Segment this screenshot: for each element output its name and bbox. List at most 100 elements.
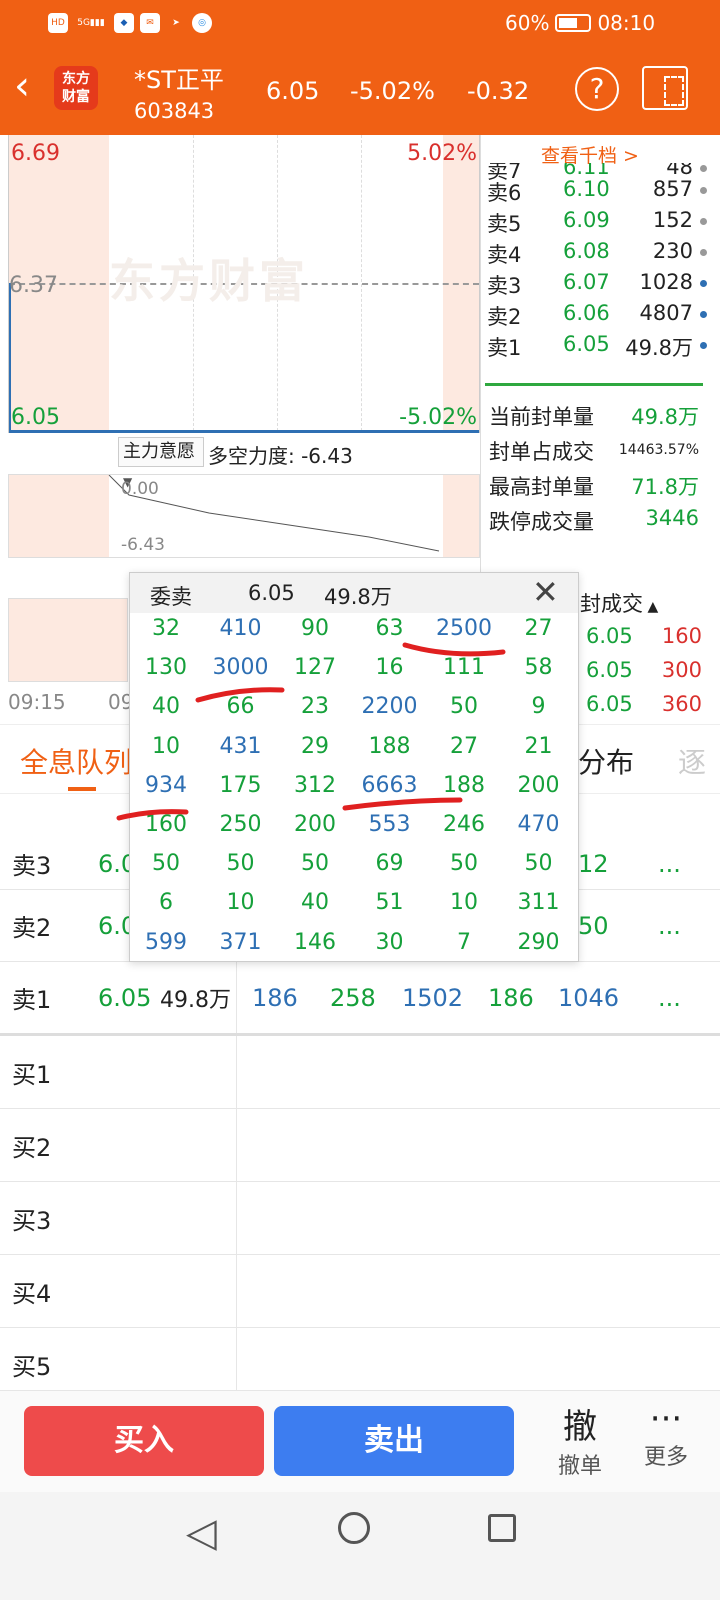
buy-button[interactable]: 买入 [24, 1406, 264, 1476]
orderbook-price: 6.05 [563, 332, 610, 356]
popup-price: 6.05 [248, 581, 295, 605]
queue-order-cell: 127 [294, 655, 336, 681]
stat-row: 封单占成交 14463.57% [481, 436, 720, 470]
stock-name: *ST正平 [134, 66, 224, 94]
row-label: 买4 [12, 1279, 52, 1308]
queue-row-sell1[interactable]: 卖1 6.05 49.8万 186 258 1502 186 1046 ... [0, 962, 720, 1036]
price-line [9, 430, 479, 433]
order-cell: 186 [488, 983, 534, 1012]
nav-recent-icon[interactable] [488, 1514, 516, 1542]
queue-order-cell: 200 [517, 772, 560, 798]
queue-order-cell: 3000 [212, 655, 269, 681]
queue-order-cell: 431 [219, 733, 262, 759]
orderbook-row[interactable]: 卖3 6.07 1028 [481, 270, 720, 300]
trade-row: 6.05 360 [580, 692, 720, 724]
logo-text-2: 财富 [62, 89, 90, 105]
queue-order-cell: 51 [375, 890, 404, 916]
queue-order-cell: 40 [152, 694, 180, 720]
stat-value: 3446 [645, 506, 699, 530]
queue-order-cell: 27 [524, 616, 553, 641]
queue-order-cell: 2500 [436, 616, 492, 641]
switch-layout-icon[interactable] [642, 66, 688, 110]
queue-order-cell: 50 [301, 851, 329, 877]
queue-order-cell: 9 [531, 694, 546, 720]
orderbook-label: 卖6 [487, 181, 522, 205]
queue-order-cell: 146 [294, 929, 336, 955]
close-icon[interactable]: ✕ [532, 573, 559, 611]
more-button[interactable]: ··· 更多 [634, 1399, 698, 1471]
status-time: 08:10 [597, 11, 656, 35]
row-more[interactable]: ... [658, 962, 681, 1033]
row-label: 买2 [12, 1133, 52, 1162]
orderbook-row[interactable]: 卖6 6.10 857 [481, 177, 720, 207]
trade-vol: 160 [661, 624, 702, 648]
orderbook-label: 卖4 [487, 243, 522, 267]
tab-next[interactable]: 逐 [678, 741, 706, 781]
stat-value: 14463.57% [618, 442, 699, 458]
queue-order-cell: 246 [443, 812, 485, 837]
more-icon: ··· [649, 1399, 683, 1439]
stat-label: 当前封单量 [489, 405, 594, 429]
orderbook-vol: 4807 [639, 301, 693, 325]
tab-distribution[interactable]: 分布 [578, 741, 634, 781]
trades-header[interactable]: 封成交 ▲ [580, 588, 658, 618]
order-cell: 258 [330, 983, 376, 1012]
row-more[interactable]: ... [658, 838, 681, 889]
queue-order-cell: 111 [443, 655, 485, 681]
price-chart[interactable]: 东方财富 6.69 5.02% 6.37 6.05 -5.02% [8, 135, 480, 433]
orderbook-label: 卖3 [487, 274, 522, 298]
stat-label: 跌停成交量 [489, 510, 594, 534]
stat-row: 当前封单量 49.8万 [481, 401, 720, 435]
queue-order-cell: 2200 [361, 694, 418, 720]
orderbook-label: 卖2 [487, 305, 522, 329]
queue-row-buy[interactable]: 买1 [0, 1036, 720, 1109]
row-label: 卖3 [12, 852, 52, 880]
queue-order-cell: 371 [219, 929, 262, 955]
orderbook-row[interactable]: 卖2 6.06 4807 [481, 301, 720, 331]
hd-icon: HD [48, 13, 68, 33]
queue-order-cell: 250 [219, 812, 262, 837]
queue-order-cell: 23 [301, 694, 329, 720]
orderbook-row[interactable]: 卖4 6.08 230 [481, 239, 720, 269]
stat-label: 最高封单量 [489, 475, 594, 499]
sell-button[interactable]: 卖出 [274, 1406, 514, 1476]
queue-order-cell: 934 [145, 772, 187, 798]
sub-chart[interactable]: 0.00 -6.43 [8, 474, 480, 558]
help-icon[interactable]: ? [575, 67, 619, 111]
browser-icon: ◎ [192, 13, 212, 33]
status-dot-icon [700, 342, 707, 349]
queue-order-cell: 160 [145, 812, 187, 837]
orderbook-vol: 49.8万 [625, 336, 693, 360]
tab-queue[interactable]: 全息队列 [20, 741, 132, 781]
stock-code: 603843 [134, 99, 215, 123]
stat-row: 跌停成交量 3446 [481, 506, 720, 540]
nav-back-icon[interactable]: ◁ [186, 1510, 217, 1556]
trade-row: 6.05 300 [580, 658, 720, 690]
indicator-select[interactable]: 主力意愿 ▼ [118, 437, 204, 489]
orderbook-row[interactable]: 卖1 6.05 49.8万 [481, 332, 720, 362]
queue-row-buy[interactable]: 买3 [0, 1182, 720, 1255]
signal-5g-icon: 5G▮▮▮ [77, 18, 105, 28]
row-more[interactable]: ... [658, 890, 681, 961]
order-cell: 186 [252, 983, 298, 1012]
stat-row: 最高封单量 71.8万 [481, 471, 720, 505]
orderbook-price: 6.10 [563, 177, 610, 201]
queue-order-cell: 200 [294, 812, 336, 837]
orderbook-row[interactable]: 卖5 6.09 152 [481, 208, 720, 238]
queue-order-cell: 175 [219, 772, 262, 798]
queue-row-buy[interactable]: 买4 [0, 1255, 720, 1328]
orderbook-price: 6.06 [563, 301, 610, 325]
queue-row-buy[interactable]: 买2 [0, 1109, 720, 1182]
chart-high-pct: 5.02% [407, 141, 477, 166]
cancel-label: 撤单 [557, 1454, 602, 1479]
stat-label: 封单占成交 [489, 440, 594, 464]
queue-order-cell: 63 [375, 616, 404, 641]
back-icon[interactable]: ‹ [14, 66, 30, 106]
trade-price: 6.05 [586, 692, 633, 716]
cancel-order-button[interactable]: 撤 撤单 [548, 1399, 612, 1480]
nav-home-icon[interactable] [338, 1512, 370, 1544]
queue-order-cell: 16 [375, 655, 404, 681]
status-dot-icon [700, 165, 707, 172]
mail-icon: ✉ [140, 13, 160, 33]
status-dot-icon [700, 218, 707, 225]
